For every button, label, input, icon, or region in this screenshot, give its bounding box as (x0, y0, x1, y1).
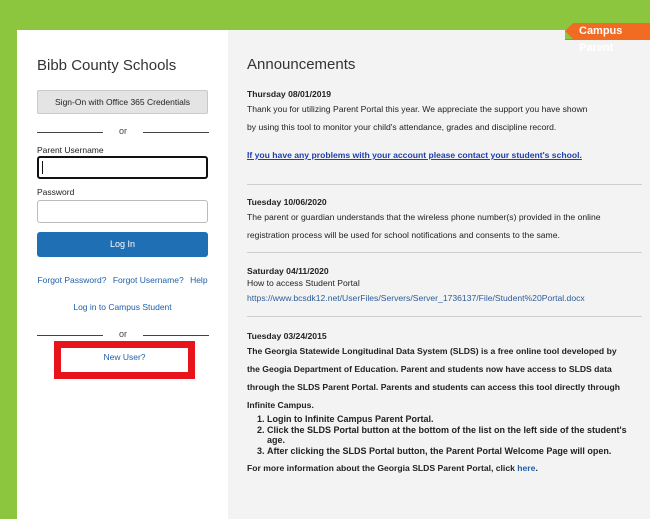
campus-student-link[interactable]: Log in to Campus Student (17, 302, 228, 312)
text-cursor (42, 161, 43, 174)
student-portal-doc-link[interactable]: https://www.bcsdk12.net/UserFiles/Server… (247, 289, 642, 307)
forgot-username-link[interactable]: Forgot Username? (113, 275, 184, 285)
divider (247, 316, 642, 317)
or-divider: or (37, 126, 209, 137)
announcement-text: The Georgia Statewide Longitudinal Data … (247, 346, 617, 356)
announcement-date: Tuesday 03/24/2015 (247, 331, 327, 341)
or-divider-2: or (37, 329, 209, 340)
district-name: Bibb County Schools (37, 57, 177, 74)
username-input[interactable] (37, 156, 208, 179)
campus-parent-badge: Campus Parent (565, 23, 650, 54)
slds-steps-list: Login to Infinite Campus Parent Portal. … (267, 414, 642, 456)
announcement-date: Thursday 08/01/2019 (247, 89, 332, 99)
divider (247, 184, 642, 185)
announcement-text: the Geogia Department of Education. Pare… (247, 364, 612, 374)
announcement-text: registration process will be used for sc… (247, 230, 560, 240)
announcement-2: Tuesday 10/06/2020 The parent or guardia… (247, 196, 642, 244)
new-user-link[interactable]: New User? (61, 352, 188, 362)
announcement-1: Thursday 08/01/2019 Thank you for utiliz… (247, 88, 642, 164)
announcement-date: Tuesday 10/06/2020 (247, 197, 327, 207)
password-label: Password (37, 187, 75, 197)
divider (247, 252, 642, 253)
more-info-text: For more information about the Georgia S… (247, 463, 538, 473)
announcements-section: Announcements Thursday 08/01/2019 Thank … (228, 30, 650, 519)
slds-info-link[interactable]: here (517, 463, 535, 473)
account-help-links: Forgot Password? Forgot Username? Help (27, 275, 218, 285)
announcement-4: Tuesday 03/24/2015 The Georgia Statewide… (247, 330, 642, 477)
announcement-text: The parent or guardian understands that … (247, 212, 601, 222)
announcement-text: through the SLDS Parent Portal. Parents … (247, 382, 620, 392)
announcement-text: Thank you for utilizing Parent Portal th… (247, 104, 588, 114)
list-item: Login to Infinite Campus Parent Portal. (267, 414, 642, 424)
portal-panel: Bibb County Schools Sign-On with Office … (17, 30, 650, 519)
forgot-password-link[interactable]: Forgot Password? (37, 275, 106, 285)
announcement-3: Saturday 04/11/2020 How to access Studen… (247, 265, 642, 307)
login-button[interactable]: Log In (37, 232, 208, 257)
announcements-title: Announcements (247, 56, 356, 73)
announcement-date: Saturday 04/11/2020 (247, 266, 329, 276)
announcement-text: How to access Student Portal (247, 278, 360, 288)
login-section: Bibb County Schools Sign-On with Office … (17, 30, 228, 519)
announcement-text: by using this tool to monitor your child… (247, 122, 557, 132)
username-label: Parent Username (37, 145, 104, 155)
list-item: Click the SLDS Portal button at the bott… (267, 425, 642, 445)
help-link[interactable]: Help (190, 275, 207, 285)
account-problems-link[interactable]: If you have any problems with your accou… (247, 146, 642, 164)
office365-signon-button[interactable]: Sign-On with Office 365 Credentials (37, 90, 208, 114)
announcement-text: Infinite Campus. (247, 400, 314, 410)
list-item: After clicking the SLDS Portal button, t… (267, 446, 642, 456)
new-user-highlight-box: New User? (54, 341, 195, 379)
password-input[interactable] (37, 200, 208, 223)
